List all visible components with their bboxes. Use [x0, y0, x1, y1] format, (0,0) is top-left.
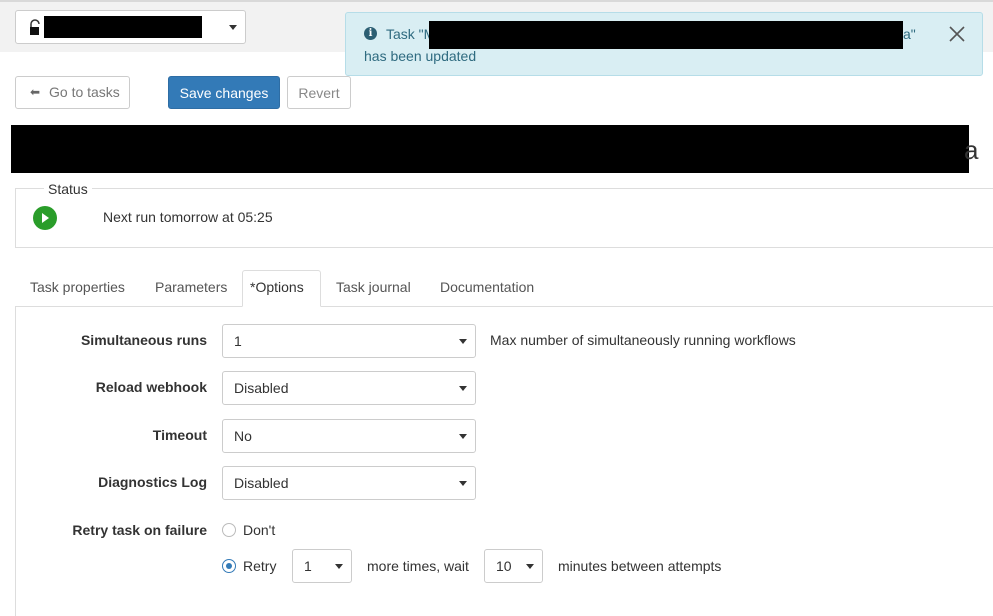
chevron-down-icon: [229, 25, 237, 30]
retry-times-select[interactable]: 1: [292, 549, 352, 583]
reload-webhook-label: Reload webhook: [95, 379, 207, 395]
status-legend: Status: [44, 181, 92, 197]
chevron-down-icon: [526, 564, 534, 569]
diagnostics-log-label: Diagnostics Log: [98, 474, 207, 490]
play-icon: [33, 206, 57, 230]
tab-bar: [15, 306, 993, 307]
status-text: Next run tomorrow at 05:25: [103, 209, 273, 225]
chevron-down-icon: [459, 481, 467, 486]
tab-task-properties[interactable]: Task properties: [30, 279, 125, 295]
chevron-down-icon: [459, 434, 467, 439]
retry-on-failure-label: Retry task on failure: [72, 522, 207, 538]
tab-parameters[interactable]: Parameters: [155, 279, 227, 295]
tab-options[interactable]: *Options: [250, 279, 304, 295]
more-times-text: more times, wait: [367, 558, 469, 574]
toast-message-prefix: Task "M: [386, 26, 436, 42]
go-to-tasks-button[interactable]: ⬅ Go to tasks: [15, 76, 130, 109]
workspace-selector[interactable]: [15, 10, 246, 44]
retry-wait-select[interactable]: 10: [484, 549, 543, 583]
go-to-tasks-label: Go to tasks: [49, 84, 120, 100]
timeout-label: Timeout: [152, 427, 207, 443]
simultaneous-runs-label: Simultaneous runs: [80, 332, 207, 348]
simultaneous-runs-select[interactable]: 1: [222, 324, 476, 358]
toast-message-status: has been updated: [364, 48, 477, 64]
minutes-between-attempts-text: minutes between attempts: [558, 558, 722, 574]
simultaneous-runs-value: 1: [234, 333, 242, 349]
close-icon[interactable]: [948, 25, 966, 43]
reload-webhook-value: Disabled: [234, 380, 289, 396]
dont-retry-radio[interactable]: [222, 523, 236, 537]
reload-webhook-select[interactable]: Disabled: [222, 371, 476, 405]
retry-label: Retry: [243, 558, 277, 574]
chevron-down-icon: [459, 339, 467, 344]
timeout-value: No: [234, 428, 252, 444]
redacted-workspace-name: [44, 16, 202, 38]
redacted-task-name: [429, 21, 903, 49]
retry-wait-value: 10: [496, 558, 512, 574]
arrow-left-icon: ⬅: [30, 85, 41, 99]
timeout-select[interactable]: No: [222, 419, 476, 453]
revert-button[interactable]: Revert: [287, 76, 351, 109]
redacted-task-title: [11, 125, 969, 173]
tab-task-journal[interactable]: Task journal: [336, 279, 411, 295]
info-icon: i: [364, 27, 377, 40]
diagnostics-log-select[interactable]: Disabled: [222, 466, 476, 500]
save-changes-button[interactable]: Save changes: [168, 76, 280, 109]
task-title-tail: a: [964, 135, 979, 165]
chevron-down-icon: [459, 386, 467, 391]
toast-message-suffix: a": [903, 26, 916, 42]
diagnostics-log-value: Disabled: [234, 475, 289, 491]
chevron-down-icon: [335, 564, 343, 569]
tab-documentation[interactable]: Documentation: [440, 279, 534, 295]
retry-radio[interactable]: [222, 559, 236, 573]
retry-times-value: 1: [304, 558, 312, 574]
simultaneous-runs-hint: Max number of simultaneously running wor…: [490, 332, 796, 348]
dont-retry-label: Don't: [243, 522, 276, 538]
lock-icon: [30, 19, 40, 35]
notification-toast: i Task "M a" has been updated: [345, 12, 983, 76]
